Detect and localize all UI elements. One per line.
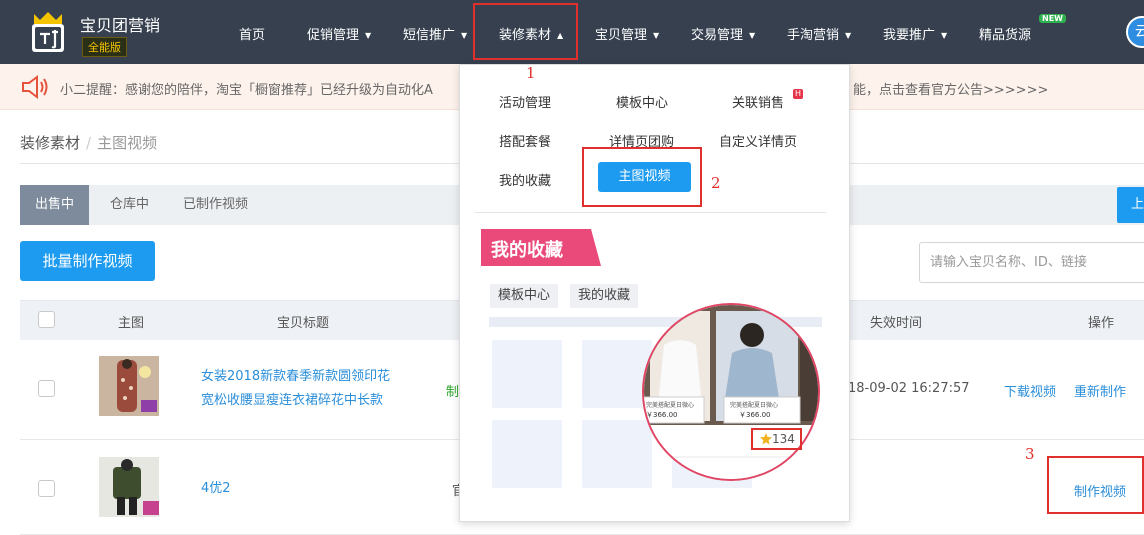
annotation-box-3 <box>1047 456 1144 514</box>
card-caption: 完美搭配夏日微心 <box>646 401 694 409</box>
menu-item-combo[interactable]: 搭配套餐 <box>499 131 551 150</box>
menu-item-template-center[interactable]: 模板中心 <box>616 92 668 111</box>
menu-item-activity[interactable]: 活动管理 <box>499 92 551 111</box>
breadcrumb-parent[interactable]: 装修素材 <box>20 134 80 152</box>
hot-badge: H <box>793 89 803 99</box>
notice-text: 小二提醒：感谢您的陪伴，淘宝「橱窗推荐」已经升级为自动化A <box>60 83 433 98</box>
download-video-link[interactable]: 下载视频 <box>1004 381 1056 400</box>
new-badge: NEW <box>1039 14 1066 23</box>
menu-item-custom-detail[interactable]: 自定义详情页 <box>719 131 797 150</box>
nav-promote[interactable]: 我要推广 ▼ <box>883 24 947 43</box>
annotation-box-2 <box>582 147 702 207</box>
nav-items[interactable]: 宝贝管理 ▼ <box>595 24 659 43</box>
chip-my-favorites[interactable]: 我的收藏 <box>570 284 639 308</box>
template-preview-magnifier: 完美搭配夏日微心 ￥366.00 完美搭配夏日微心 ￥366.00 134 <box>642 303 820 481</box>
row-checkbox[interactable] <box>38 380 55 397</box>
search-input[interactable] <box>919 242 1144 283</box>
caret-down-icon: ▼ <box>941 31 948 40</box>
product-thumbnail[interactable] <box>99 457 159 517</box>
menu-item-favorites[interactable]: 我的收藏 <box>499 170 551 189</box>
template-preview-image: 完美搭配夏日微心 ￥366.00 完美搭配夏日微心 ￥366.00 <box>644 305 818 479</box>
chip-template-center[interactable]: 模板中心 <box>490 284 559 308</box>
tab-warehouse[interactable]: 仓库中 <box>110 185 149 225</box>
caret-down-icon: ▼ <box>845 31 852 40</box>
annotation-label-2: 2 <box>711 174 721 192</box>
template-placeholder <box>582 420 652 488</box>
edition-badge: 全能版 <box>82 37 127 57</box>
nav-home[interactable]: 首页 <box>239 24 265 43</box>
annotation-label-3: 3 <box>1025 445 1035 463</box>
caret-down-icon: ▼ <box>365 31 372 40</box>
annotation-box-favcount <box>751 428 802 450</box>
annotation-box-1 <box>473 3 578 60</box>
tab-made-videos[interactable]: 已制作视频 <box>183 185 248 225</box>
status-text: 制 <box>446 385 460 400</box>
price-label: ￥366.00 <box>646 411 678 419</box>
upload-button[interactable]: 上 <box>1117 187 1144 223</box>
select-all-checkbox[interactable] <box>38 311 55 328</box>
column-header-title: 宝贝标题 <box>277 316 330 331</box>
product-title-line: 女装2018新款春季新款圆领印花 <box>201 369 391 384</box>
column-header-ops: 操作 <box>1088 316 1115 331</box>
column-header-expire: 失效时间 <box>870 316 923 331</box>
speaker-icon <box>22 75 48 99</box>
product-title-link[interactable]: 4优2 <box>201 477 231 501</box>
tab-on-sale[interactable]: 出售中 <box>20 185 90 225</box>
caret-down-icon: ▼ <box>653 31 660 40</box>
caret-down-icon: ▼ <box>749 31 756 40</box>
menu-item-related-sales[interactable]: 关联销售 <box>732 92 784 111</box>
product-thumbnail[interactable] <box>99 356 159 416</box>
avatar[interactable]: 云 <box>1126 16 1144 48</box>
breadcrumb: 装修素材 / 主图视频 <box>20 132 157 153</box>
nav-sourcing[interactable]: 精品货源 <box>979 24 1031 43</box>
app-logo-icon[interactable] <box>28 10 68 54</box>
annotation-label-1: 1 <box>526 64 536 82</box>
column-header-image: 主图 <box>118 316 145 331</box>
price-label: ￥366.00 <box>739 411 771 419</box>
card-caption: 完美搭配夏日微心 <box>730 401 778 409</box>
notice-link[interactable]: 能，点击查看官方公告>>>>>> <box>853 79 1048 98</box>
template-placeholder <box>492 420 562 488</box>
brand-name: 宝贝团营销 <box>80 16 161 35</box>
breadcrumb-current: 主图视频 <box>97 134 158 152</box>
batch-make-video-button[interactable]: 批量制作视频 <box>20 241 155 281</box>
product-title-line: 宽松收腰显瘦连衣裙碎花中长款 <box>201 393 384 408</box>
row-checkbox[interactable] <box>38 480 55 497</box>
nav-promotion[interactable]: 促销管理 ▼ <box>307 24 371 43</box>
template-placeholder <box>492 340 562 408</box>
product-title-link[interactable]: 女装2018新款春季新款圆领印花 宽松收腰显瘦连衣裙碎花中长款 <box>201 365 390 413</box>
divider <box>475 212 826 213</box>
favorites-banner: 我的收藏 <box>491 240 563 261</box>
remake-video-link[interactable]: 重新制作 <box>1074 381 1126 400</box>
caret-down-icon: ▼ <box>461 31 468 40</box>
nav-sms[interactable]: 短信推广 ▼ <box>403 24 467 43</box>
nav-trade[interactable]: 交易管理 ▼ <box>691 24 755 43</box>
expire-time: 18-09-02 16:27:57 <box>848 381 970 396</box>
nav-mobile-marketing[interactable]: 手淘营销 ▼ <box>787 24 851 43</box>
breadcrumb-separator: / <box>86 134 92 152</box>
